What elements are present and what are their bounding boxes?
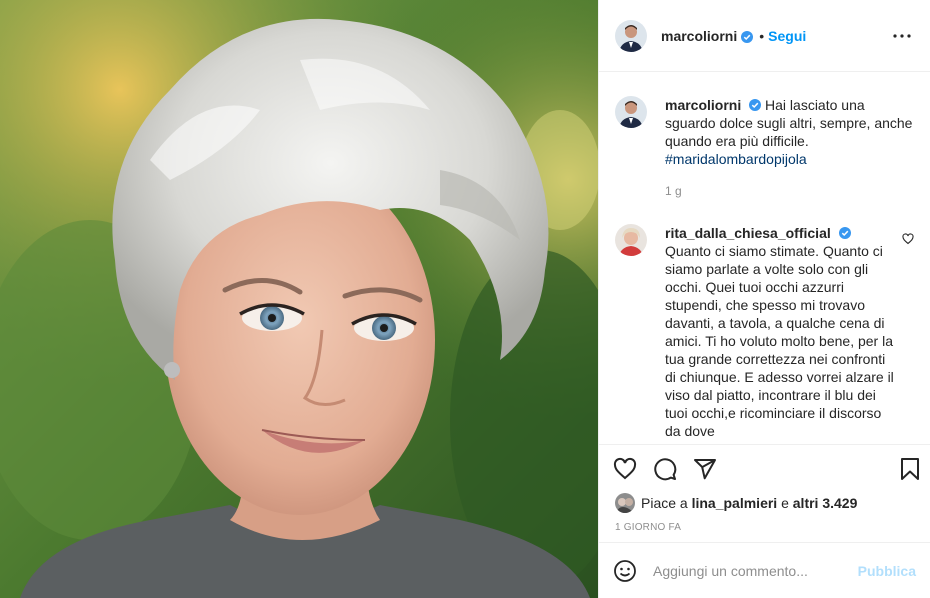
caption-body: marcoliorni Hai lasciato una sguardo dol… [665,96,914,200]
publish-button[interactable]: Pubblica [858,563,916,579]
comment-text: Quanto ci siamo stimate. Quanto ci siamo… [665,243,894,439]
likes-user[interactable]: lina_palmieri [692,495,778,511]
portrait-photo [0,0,598,598]
follow-button[interactable]: Segui [768,28,806,44]
comment-body: rita_dalla_chiesa_official Quanto ci sia… [665,224,914,440]
post-timestamp[interactable]: 1 GIORNO FA [599,514,930,542]
caption-username[interactable]: marcoliorni [665,97,741,113]
verified-badge-icon [741,30,754,43]
add-comment-bar: Pubblica [599,542,930,598]
commenter-avatar[interactable] [615,224,647,256]
separator-dot: • [759,27,765,44]
post-image[interactable] [0,0,598,598]
verified-badge-icon [749,97,762,111]
caption-age: 1 g [665,184,682,198]
verified-badge-icon [838,225,851,239]
paper-plane-icon[interactable] [693,457,717,481]
instagram-post: marcoliorni • Segui marcoliorni Hai lasc… [0,0,930,598]
caption-hashtag[interactable]: #maridalombardopijola [665,151,807,167]
comment-icon[interactable] [653,457,677,481]
bookmark-icon[interactable] [898,457,922,481]
author-avatar[interactable] [615,19,647,52]
post-header: marcoliorni • Segui [599,0,930,72]
more-options-icon[interactable] [890,24,914,48]
liker-avatar[interactable] [615,493,635,513]
smiley-icon[interactable] [613,559,637,583]
likes-others[interactable]: altri 3.429 [793,495,858,511]
comment-input[interactable] [653,562,858,579]
comment-item: rita_dalla_chiesa_official Quanto ci sia… [615,224,914,440]
author-username[interactable]: marcoliorni [661,28,737,44]
likes-summary: Piace a lina_palmieri e altri 3.429 [599,492,930,514]
likes-prefix: Piace a [641,495,688,511]
likes-middle: e [781,495,789,511]
caption: marcoliorni Hai lasciato una sguardo dol… [615,96,914,200]
caption-avatar[interactable] [615,96,647,128]
action-bar [599,444,930,492]
heart-icon[interactable] [613,457,637,481]
comment-username[interactable]: rita_dalla_chiesa_official [665,225,831,241]
comment-like-heart-icon[interactable] [902,232,914,245]
post-side-panel: marcoliorni • Segui marcoliorni Hai lasc… [598,0,930,598]
comments-list[interactable]: marcoliorni Hai lasciato una sguardo dol… [599,72,930,444]
